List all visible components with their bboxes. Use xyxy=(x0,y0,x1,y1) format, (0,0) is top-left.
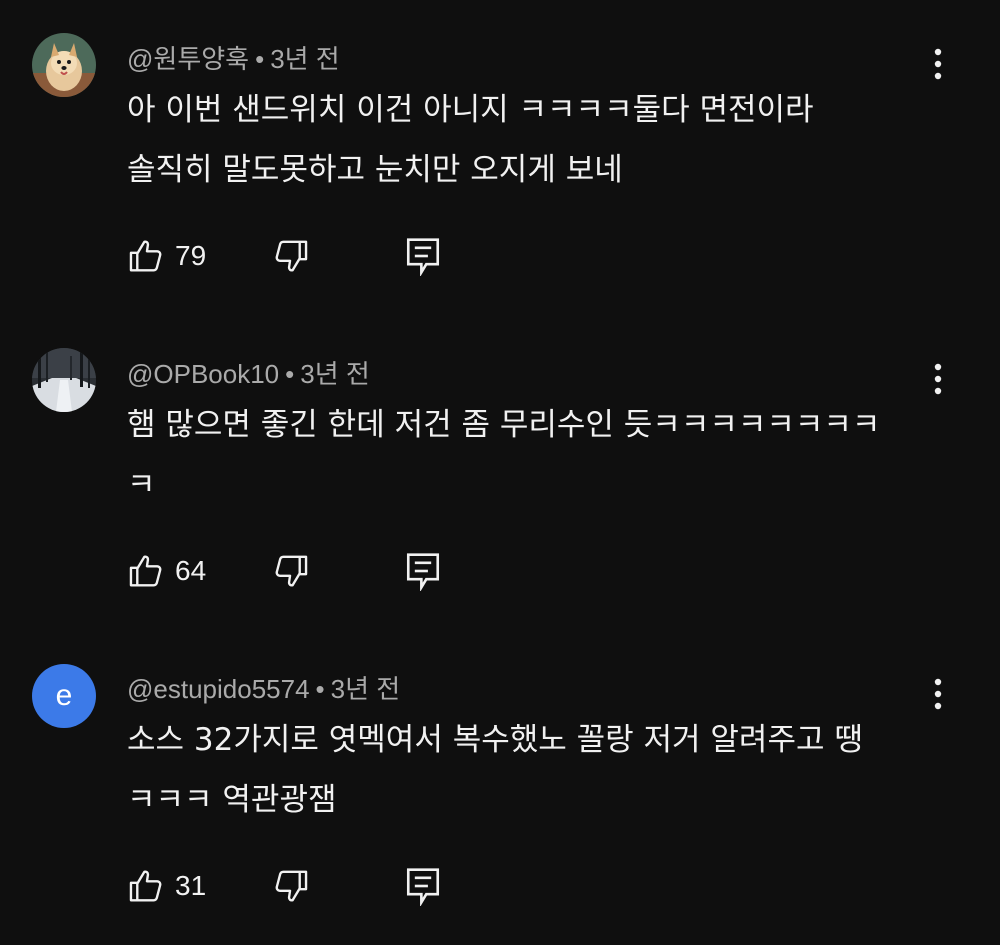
reply-button[interactable] xyxy=(405,864,441,908)
thumbs-down-icon xyxy=(275,240,308,272)
comment-meta: @원투양훅 • 3년 전 xyxy=(127,39,340,76)
like-count: 31 xyxy=(175,870,207,901)
meta-separator: • xyxy=(315,674,325,704)
thumbs-up-icon xyxy=(129,870,162,902)
thumbs-down-icon xyxy=(275,555,308,587)
dislike-button[interactable] xyxy=(272,234,310,278)
comment-text-line: 아 이번 샌드위치 이건 아니지 ㅋㅋㅋㅋ둘다 면전이라 xyxy=(127,92,814,128)
reply-icon xyxy=(406,868,440,906)
thumbs-down-icon xyxy=(275,870,308,902)
comment-text-line: ㅋㅋㅋ 역관광잼 xyxy=(127,782,337,818)
reply-button[interactable] xyxy=(405,549,441,593)
thumbs-up-icon xyxy=(129,240,162,272)
author-handle[interactable]: @estupido5574 xyxy=(127,674,310,704)
comment-item: @원투양훅 • 3년 전 아 이번 샌드위치 이건 아니지 ㅋㅋㅋㅋ둘다 면전이라 … xyxy=(0,0,1000,315)
comment-actions: 31 xyxy=(127,864,467,908)
dislike-button[interactable] xyxy=(272,549,310,593)
comment-text: 햄 많으면 좋긴 한데 저건 좀 무리수인 듯ㅋㅋㅋㅋㅋㅋㅋㅋ ㅋ xyxy=(127,395,927,515)
comment-text: 아 이번 샌드위치 이건 아니지 ㅋㅋㅋㅋ둘다 면전이라 솔직히 말도못하고 눈… xyxy=(127,80,927,200)
more-vert-icon xyxy=(934,363,942,395)
thumbs-up-icon xyxy=(129,555,162,587)
comment-actions: 79 xyxy=(127,234,467,278)
comment-time: 3년 전 xyxy=(330,674,401,704)
author-handle[interactable]: @OPBook10 xyxy=(127,359,279,389)
like-button[interactable]: 64 xyxy=(127,549,206,593)
comment-item: e @estupido5574 • 3년 전 소스 32가지로 엿멕여서 복수했노 … xyxy=(0,630,1000,945)
meta-separator: • xyxy=(255,44,265,74)
like-button[interactable]: 79 xyxy=(127,234,206,278)
reply-icon xyxy=(406,553,440,591)
comment-text-line: 햄 많으면 좋긴 한데 저건 좀 무리수인 듯ㅋㅋㅋㅋㅋㅋㅋㅋ xyxy=(127,407,881,443)
dislike-button[interactable] xyxy=(272,864,310,908)
comment-item: @OPBook10 • 3년 전 햄 많으면 좋긴 한데 저건 좀 무리수인 듯ㅋㅋ… xyxy=(0,315,1000,630)
comment-time: 3년 전 xyxy=(270,44,340,74)
author-handle[interactable]: @원투양훅 xyxy=(127,44,249,74)
dog-avatar-image xyxy=(32,33,96,97)
more-vert-icon xyxy=(934,48,942,80)
avatar[interactable]: e xyxy=(32,664,96,728)
comment-time: 3년 전 xyxy=(300,359,370,389)
like-count: 64 xyxy=(175,555,207,586)
avatar-letter: e xyxy=(55,679,73,712)
comment-meta: @estupido5574 • 3년 전 xyxy=(127,669,400,706)
comment-text-line: ㅋ xyxy=(127,467,156,503)
reply-icon xyxy=(406,238,440,276)
comment-actions: 64 xyxy=(127,549,467,593)
comment-text-line: 소스 32가지로 엿멕여서 복수했노 꼴랑 저거 알려주고 땡 xyxy=(127,722,863,758)
like-count: 79 xyxy=(175,240,207,271)
more-vert-icon xyxy=(934,678,942,710)
avatar[interactable] xyxy=(32,348,96,412)
snowy-forest-avatar-image xyxy=(32,348,96,412)
like-button[interactable]: 31 xyxy=(127,864,206,908)
comment-text: 소스 32가지로 엿멕여서 복수했노 꼴랑 저거 알려주고 땡 ㅋㅋㅋ 역관광잼 xyxy=(127,710,927,830)
meta-separator: • xyxy=(285,359,295,389)
avatar[interactable] xyxy=(32,33,96,97)
comment-text-line: 솔직히 말도못하고 눈치만 오지게 보네 xyxy=(127,152,623,188)
reply-button[interactable] xyxy=(405,234,441,278)
comment-meta: @OPBook10 • 3년 전 xyxy=(127,354,370,391)
